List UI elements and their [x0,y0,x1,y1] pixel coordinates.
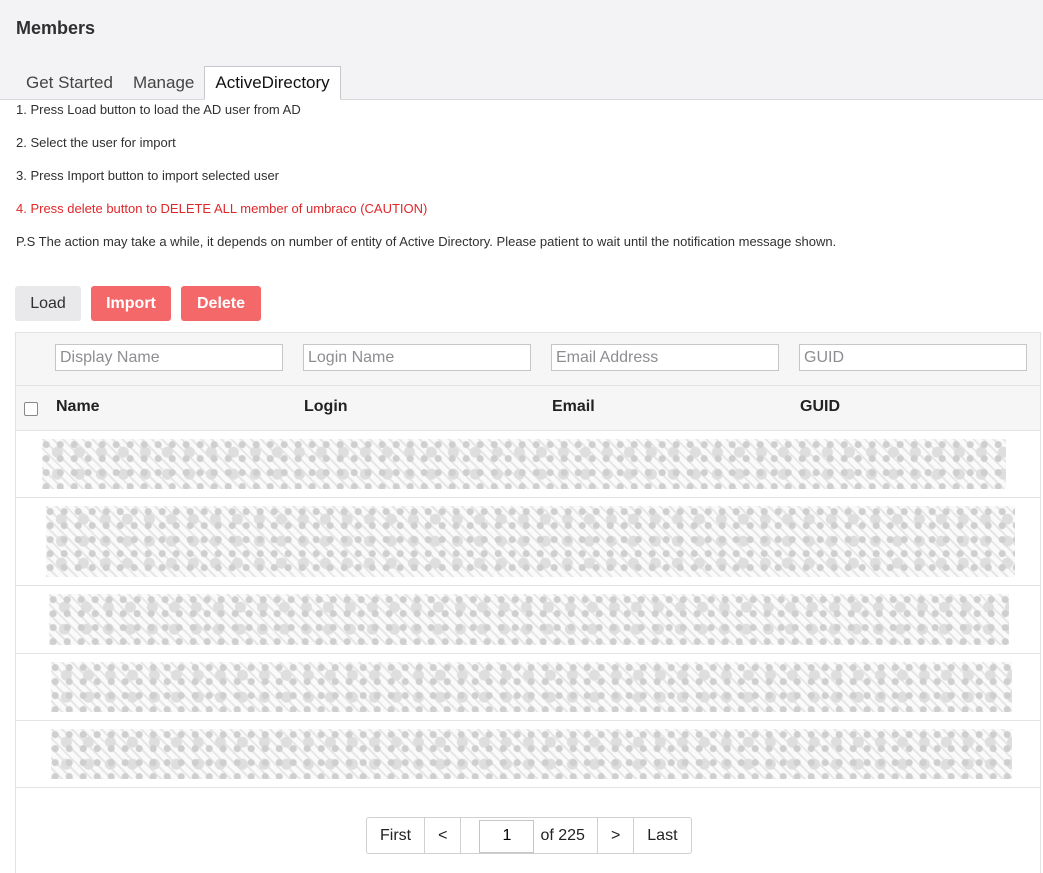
guid-filter[interactable] [799,344,1027,371]
tab-active-directory[interactable]: ActiveDirectory [204,66,341,100]
table-row[interactable] [16,654,1040,721]
first-page-button[interactable]: First [367,818,426,853]
tab-get-started[interactable]: Get Started [16,73,123,99]
instruction-step-2: 2. Select the user for import [16,135,176,150]
tab-bar: Get Started Manage ActiveDirectory [16,64,341,100]
page-count-label: of 225 [534,818,598,853]
redacted-content [51,729,1012,779]
page-number-input[interactable] [479,819,535,853]
next-page-button[interactable]: > [598,818,635,853]
column-header-guid[interactable]: GUID [800,398,840,416]
title-bar: Members Get Started Manage ActiveDirecto… [0,0,1043,100]
column-header-email[interactable]: Email [552,398,595,416]
delete-button[interactable]: Delete [181,286,261,321]
members-grid: Name Login Email GUID First < of 225 > L… [15,332,1041,873]
redacted-content [49,594,1009,645]
login-name-filter[interactable] [303,344,531,371]
tab-manage[interactable]: Manage [123,73,204,99]
redacted-content [42,439,1006,489]
table-header: Name Login Email GUID [16,386,1040,431]
instruction-step-4-caution: 4. Press delete button to DELETE ALL mem… [16,201,428,216]
page-title: Members [16,18,96,38]
pagination: First < of 225 > Last [366,817,692,854]
column-header-login[interactable]: Login [304,398,348,416]
import-button[interactable]: Import [91,286,171,321]
filter-row [16,333,1040,386]
display-name-filter[interactable] [55,344,283,371]
table-row[interactable] [16,498,1040,586]
table-row[interactable] [16,721,1040,788]
table-row[interactable] [16,586,1040,654]
instruction-note: P.S The action may take a while, it depe… [16,234,837,249]
instruction-step-3: 3. Press Import button to import selecte… [16,168,280,183]
email-address-filter[interactable] [551,344,779,371]
instructions: 1. Press Load button to load the AD user… [16,102,836,267]
load-button[interactable]: Load [15,286,81,321]
last-page-button[interactable]: Last [634,818,690,853]
instruction-step-1: 1. Press Load button to load the AD user… [16,102,301,117]
table-row[interactable] [16,431,1040,498]
column-header-name[interactable]: Name [56,398,100,416]
page-input-wrapper [461,818,535,853]
prev-page-button[interactable]: < [425,818,462,853]
redacted-content [51,662,1012,712]
select-all-checkbox[interactable] [24,402,38,416]
redacted-content [46,506,1015,577]
